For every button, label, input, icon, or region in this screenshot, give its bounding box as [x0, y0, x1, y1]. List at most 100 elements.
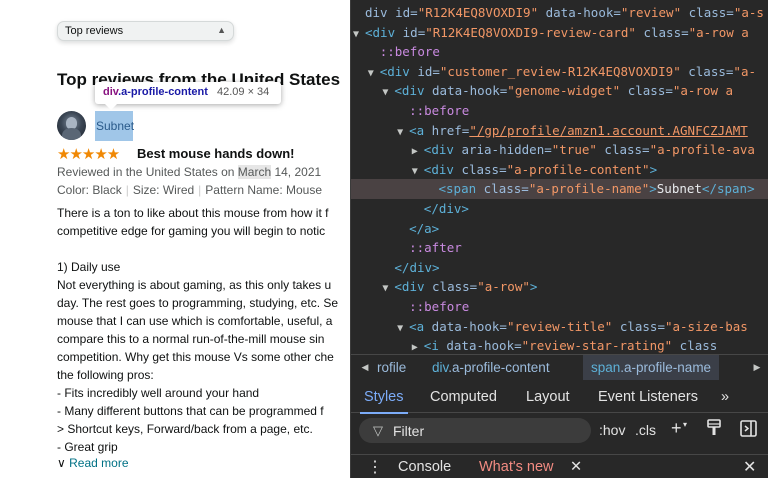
review-body-line: day. The rest goes to programming, study…	[57, 296, 339, 310]
filter-input[interactable]	[393, 421, 583, 440]
tooltip-tag: div	[103, 86, 119, 98]
dom-token: "a-s	[733, 5, 764, 20]
dom-token: >	[649, 181, 657, 197]
review-date-suffix: 14, 2021	[271, 165, 322, 179]
dom-node[interactable]: ::before	[351, 42, 768, 62]
review-body-line: > Shortcut keys, Forward/back from a pag…	[57, 422, 313, 436]
dom-node[interactable]: ▼ <a data-hook="review-title" class="a-si…	[351, 317, 768, 337]
dom-token: data-hook=	[431, 318, 507, 334]
profile-name-link[interactable]: Subnet	[96, 119, 134, 133]
drawer-tabbar: ⋮ Console What's new ✕ ✕	[351, 454, 768, 478]
dom-node[interactable]: div id="R12K4EQ8VOXDI9" data-hook="revie…	[351, 3, 768, 23]
review-body-line: competitive edge for gaming you will beg…	[57, 224, 326, 238]
dom-token: <a	[409, 318, 432, 334]
avatar[interactable]	[57, 111, 86, 140]
tab-layout[interactable]: Layout	[526, 381, 570, 413]
cls-button[interactable]: .cls	[635, 422, 656, 438]
dom-node[interactable]: ▼ <div data-hook="genome-widget" class="a…	[351, 81, 768, 101]
paint-brush-icon[interactable]	[706, 419, 722, 440]
dom-token: ::before	[409, 103, 470, 118]
inspect-tooltip: div.a-profile-content 42.09 × 34	[95, 82, 281, 110]
dom-token: href=	[431, 122, 470, 138]
drawer-menu-icon[interactable]: ⋮	[367, 457, 383, 477]
review-body-line: compare this to a normal run-of-the-mill…	[57, 332, 325, 346]
dom-token: </div>	[394, 259, 440, 275]
dom-token: <div	[379, 63, 418, 79]
dom-token: </a>	[409, 220, 440, 236]
dom-token: class=	[596, 142, 650, 158]
dom-token: class	[672, 338, 718, 354]
dom-token: class=	[681, 5, 734, 20]
review-page: Top reviews ▲ Top reviews from the Unite…	[0, 0, 350, 478]
review-date: Reviewed in the United States on March 1…	[57, 165, 321, 179]
dom-token: "a-profile-content"	[506, 161, 650, 177]
dom-token: "a-profile-name"	[528, 181, 650, 197]
dom-token: "/gp/profile/amzn1.account.AGNFCZJAMT	[469, 122, 748, 138]
review-body-line: There is a ton to like about this mouse …	[57, 206, 329, 220]
dom-node[interactable]: ::after	[351, 238, 768, 258]
star-rating-icon[interactable]: ★★★★★	[57, 145, 120, 163]
dom-token: "review"	[620, 5, 682, 20]
tab-event-listeners[interactable]: Event Listeners	[598, 381, 698, 413]
sort-select-value: Top reviews	[65, 25, 124, 37]
dom-token: "customer_review-R12K4EQ8VOXDI9"	[439, 63, 681, 79]
dom-token: <div	[394, 83, 433, 99]
variant-color: Color: Black	[57, 183, 122, 197]
dom-node[interactable]: ▶ <div aria-hidden="true" class="a-profil…	[351, 140, 768, 160]
breadcrumb-item-selected[interactable]: span.a-profile-name	[583, 355, 720, 380]
dom-node[interactable]: ▼ <div id="customer_review-R12K4EQ8VOXDI9…	[351, 62, 768, 82]
close-drawer-icon[interactable]: ✕	[743, 457, 756, 477]
breadcrumb-scroll-left-icon[interactable]: ◀	[355, 355, 375, 380]
review-body-line: the following pros:	[57, 368, 154, 382]
dom-token: <div	[423, 161, 462, 177]
more-tabs-icon[interactable]: »	[721, 381, 729, 413]
breadcrumb-item[interactable]: rofile	[373, 355, 414, 380]
review-title-link[interactable]: Best mouse hands down!	[137, 146, 294, 161]
dom-node[interactable]: ::before	[351, 297, 768, 317]
add-rule-dropdown-icon[interactable]: ▾	[683, 420, 687, 429]
dom-token: <span	[438, 181, 484, 197]
dom-node[interactable]: ▼ <div class="a-profile-content">	[351, 160, 768, 180]
review-date-prefix: Reviewed in the United States on	[57, 165, 238, 179]
dom-token: <a	[409, 122, 432, 138]
dom-token: "R12K4EQ8VOXDI9-review-card"	[425, 24, 636, 40]
dom-token: class=	[620, 83, 673, 99]
read-more-label: Read more	[69, 456, 129, 470]
dom-node[interactable]: ▼ <a href="/gp/profile/amzn1.account.AGNF…	[351, 121, 768, 141]
dom-token: class=	[635, 24, 689, 40]
dom-token: id=	[417, 63, 440, 79]
dom-node[interactable]: ▼ <div id="R12K4EQ8VOXDI9-review-card" cl…	[351, 23, 768, 43]
review-body-line: mouse that I can use which is comfortabl…	[57, 314, 333, 328]
breadcrumb-scroll-right-icon[interactable]: ▶	[747, 355, 767, 380]
dom-token: "a-row a	[688, 24, 749, 40]
dom-token: "genome-widget"	[507, 83, 621, 99]
review-variant[interactable]: Color: Black | Size: Wired | Pattern Name: M…	[57, 183, 322, 197]
dom-token: class=	[432, 279, 478, 295]
dom-token: class=	[461, 161, 507, 177]
dom-node[interactable]: </div>	[351, 199, 768, 219]
hov-button[interactable]: :hov	[599, 422, 625, 438]
tab-console[interactable]: Console	[398, 459, 451, 475]
add-rule-icon[interactable]: +	[671, 418, 682, 439]
tab-whats-new[interactable]: What's new	[479, 459, 554, 475]
sort-select[interactable]: Top reviews ▲	[57, 21, 234, 41]
read-more-link[interactable]: ∨ Read more	[57, 456, 129, 470]
dom-token: class=	[612, 318, 665, 334]
tab-computed[interactable]: Computed	[430, 381, 497, 413]
filter-icon: ▽	[373, 423, 383, 438]
dom-node[interactable]: ▼ <div class="a-row">	[351, 277, 768, 297]
dom-token: "a-row"	[477, 279, 530, 295]
dom-node[interactable]: </a>	[351, 219, 768, 239]
dom-token: "a-row a	[672, 83, 734, 99]
tab-styles[interactable]: Styles	[360, 381, 407, 414]
dom-node[interactable]: </div>	[351, 258, 768, 278]
styles-tabbar: Styles Computed Layout Event Listeners »	[351, 381, 768, 414]
breadcrumb: ◀ rofile div.a-profile-content span.a-pr…	[351, 354, 768, 380]
dom-node-selected[interactable]: <span class="a-profile-name">Subnet</spa…	[351, 179, 768, 200]
filter-box[interactable]: ▽	[359, 418, 591, 443]
close-tab-icon[interactable]: ✕	[570, 459, 582, 475]
dom-node[interactable]: ::before	[351, 101, 768, 121]
breadcrumb-item[interactable]: div.a-profile-content	[424, 355, 558, 380]
chevron-down-icon: ▲	[217, 25, 226, 35]
toggle-sidebar-icon[interactable]	[740, 420, 757, 440]
